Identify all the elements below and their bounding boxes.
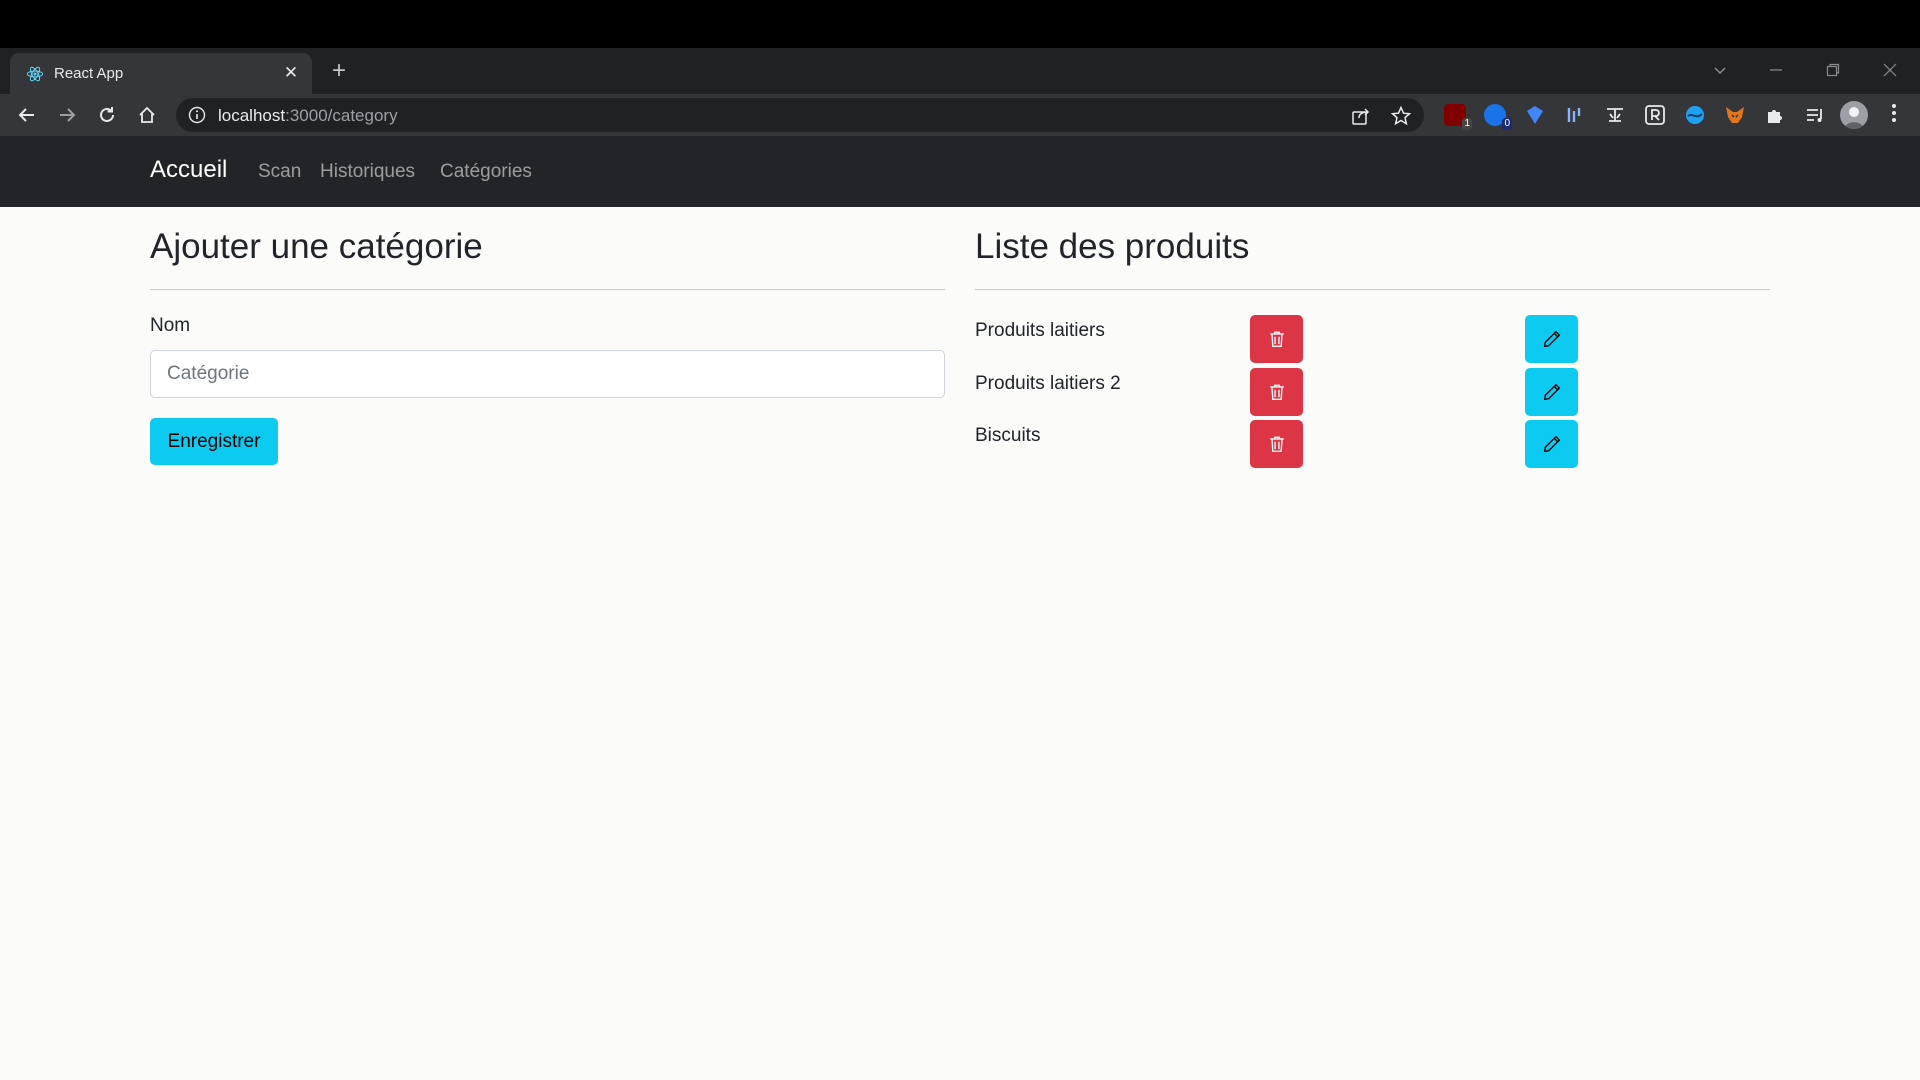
extension-bars-icon[interactable]	[1564, 104, 1586, 126]
forward-icon[interactable]	[52, 100, 82, 130]
edit-button[interactable]	[1525, 315, 1578, 363]
list-item-name: Produits laitiers 2	[975, 373, 1121, 394]
extension-wave-icon[interactable]	[1684, 104, 1706, 126]
minimize-icon[interactable]	[1756, 56, 1796, 86]
extension-blue-icon[interactable]: 0	[1484, 104, 1512, 130]
extensions-puzzle-icon[interactable]	[1764, 104, 1786, 126]
edit-button[interactable]	[1525, 368, 1578, 416]
ublock-extension-icon[interactable]: 1	[1444, 104, 1472, 130]
browser-tab-strip: React App ✕ +	[0, 48, 1920, 94]
trash-icon	[1270, 384, 1284, 400]
pencil-icon	[1543, 330, 1561, 348]
profile-avatar[interactable]	[1840, 101, 1868, 129]
url-path: :3000/category	[285, 106, 398, 125]
divider	[975, 289, 1770, 290]
metamask-fox-icon[interactable]	[1724, 104, 1746, 126]
browser-tab[interactable]: React App ✕	[10, 53, 312, 94]
extension-r-icon[interactable]	[1644, 104, 1666, 126]
nav-link-scan[interactable]: Scan	[258, 161, 301, 183]
list-item: Produits laitiers	[975, 315, 1770, 365]
extension-translate-icon[interactable]	[1604, 104, 1626, 126]
home-icon[interactable]	[132, 100, 162, 130]
pencil-icon	[1543, 435, 1561, 453]
restore-icon[interactable]	[1813, 56, 1853, 86]
browser-menu-icon[interactable]	[1884, 103, 1904, 127]
delete-button[interactable]	[1250, 315, 1303, 363]
list-item-name: Produits laitiers	[975, 320, 1105, 341]
divider	[150, 289, 945, 290]
address-bar[interactable]: localhost:3000/category	[176, 98, 1424, 132]
url-host: localhost	[218, 106, 286, 125]
tab-close-icon[interactable]: ✕	[280, 62, 302, 84]
tab-search-icon[interactable]	[1700, 56, 1740, 86]
nav-link-historiques[interactable]: Historiques	[320, 161, 415, 183]
window-close-icon[interactable]	[1870, 56, 1910, 86]
page-content: Ajouter une catégorie Nom Enregistrer Li…	[0, 207, 1920, 1080]
add-category-heading: Ajouter une catégorie	[150, 227, 483, 266]
product-list-heading: Liste des produits	[975, 227, 1250, 266]
reload-icon[interactable]	[92, 100, 122, 130]
list-item-name: Biscuits	[975, 425, 1041, 446]
react-logo-icon	[26, 66, 44, 82]
list-item: Produits laitiers 2	[975, 368, 1770, 418]
bookmark-star-icon[interactable]	[1390, 105, 1412, 127]
edit-button[interactable]	[1525, 420, 1578, 468]
nav-link-categories[interactable]: Catégories	[440, 161, 532, 183]
ublock-badge: 1	[1462, 118, 1472, 130]
browser-toolbar: localhost:3000/category 1 0	[0, 94, 1920, 136]
screen-top-bar	[0, 0, 1920, 48]
app-navbar: Accueil Scan Historiques Catégories	[0, 136, 1920, 207]
save-button[interactable]: Enregistrer	[150, 418, 278, 465]
pencil-icon	[1543, 383, 1561, 401]
extension-shield-icon[interactable]	[1524, 104, 1546, 126]
tab-title: React App	[54, 65, 124, 82]
delete-button[interactable]	[1250, 420, 1303, 468]
reading-list-icon[interactable]	[1804, 104, 1826, 126]
extension-badge: 0	[1502, 118, 1512, 130]
new-tab-icon[interactable]: +	[326, 58, 352, 84]
trash-icon	[1270, 331, 1284, 347]
share-icon[interactable]	[1350, 105, 1372, 127]
navbar-brand[interactable]: Accueil	[150, 156, 227, 184]
category-name-input[interactable]	[150, 350, 945, 398]
url-text: localhost:3000/category	[218, 106, 398, 126]
name-label: Nom	[150, 315, 191, 336]
site-info-icon[interactable]	[188, 106, 206, 124]
back-icon[interactable]	[12, 100, 42, 130]
trash-icon	[1270, 436, 1284, 452]
list-item: Biscuits	[975, 420, 1770, 470]
delete-button[interactable]	[1250, 368, 1303, 416]
